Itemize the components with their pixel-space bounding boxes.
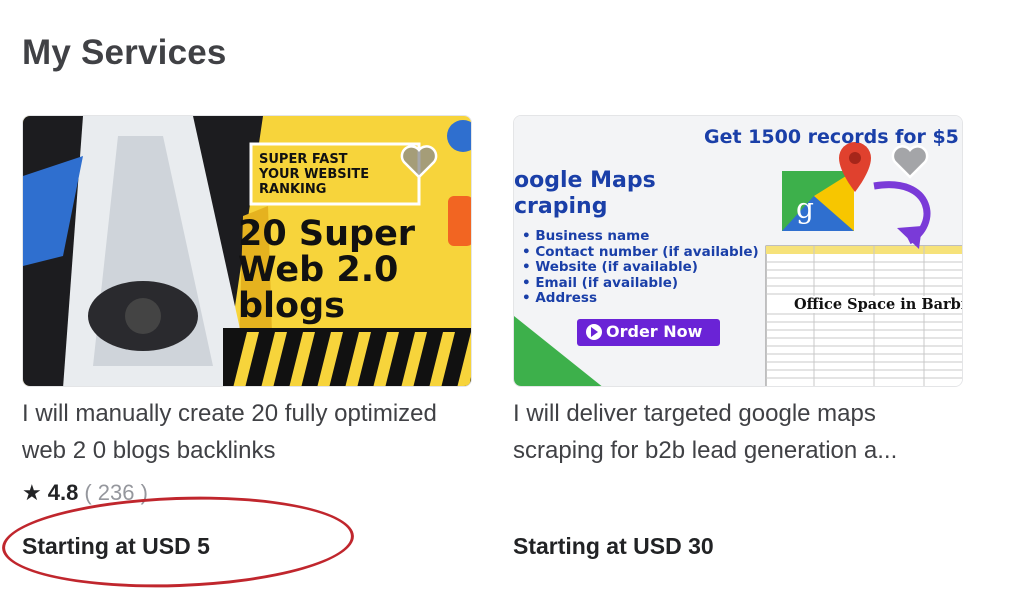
thumbnail-title-line-2: craping: [514, 194, 608, 219]
service-thumbnail[interactable]: SUPER FAST YOUR WEBSITE RANKING 20 Super…: [22, 115, 472, 387]
service-thumbnail[interactable]: Get 1500 records for $5 oogle Maps crapi…: [513, 115, 963, 387]
google-g-logo: g: [796, 192, 814, 225]
service-description[interactable]: I will manually create 20 fully optimize…: [22, 395, 472, 469]
heart-icon[interactable]: [399, 144, 439, 180]
service-price: Starting at USD 30: [513, 533, 714, 559]
annotation-circle: [0, 490, 356, 593]
bullet-item: • Business name: [522, 228, 650, 244]
star-icon: ★: [22, 480, 42, 505]
headline-line-1: 20 Super: [238, 214, 416, 254]
heart-icon[interactable]: [890, 144, 930, 180]
headline-line-2: Web 2.0: [238, 250, 399, 290]
service-card-web2-blogs[interactable]: SUPER FAST YOUR WEBSITE RANKING 20 Super…: [22, 115, 472, 559]
bullet-item: • Email (if available): [522, 274, 679, 291]
bullet-item: • Website (if available): [522, 259, 698, 275]
sheet-caption: Office Space in Barbi: [792, 296, 962, 313]
bullet-item: • Address: [522, 290, 597, 306]
banner-line-3: RANKING: [259, 182, 327, 197]
rating-score: 4.8: [47, 480, 79, 505]
page-title: My Services: [22, 33, 227, 72]
service-description[interactable]: I will deliver targeted google maps scra…: [513, 395, 963, 469]
thumbnail-title-line-1: oogle Maps: [514, 168, 656, 193]
banner-line-2: YOUR WEBSITE: [259, 167, 370, 182]
thumbnail-bullet-list: • Business name • Contact number (if ava…: [522, 228, 759, 307]
order-now-label: Order Now: [606, 322, 703, 341]
headline-line-3: blogs: [238, 286, 345, 326]
bullet-item: • Contact number (if available): [522, 243, 759, 260]
service-card-google-maps[interactable]: Get 1500 records for $5 oogle Maps crapi…: [513, 115, 963, 559]
banner-line-1: SUPER FAST: [259, 152, 348, 167]
